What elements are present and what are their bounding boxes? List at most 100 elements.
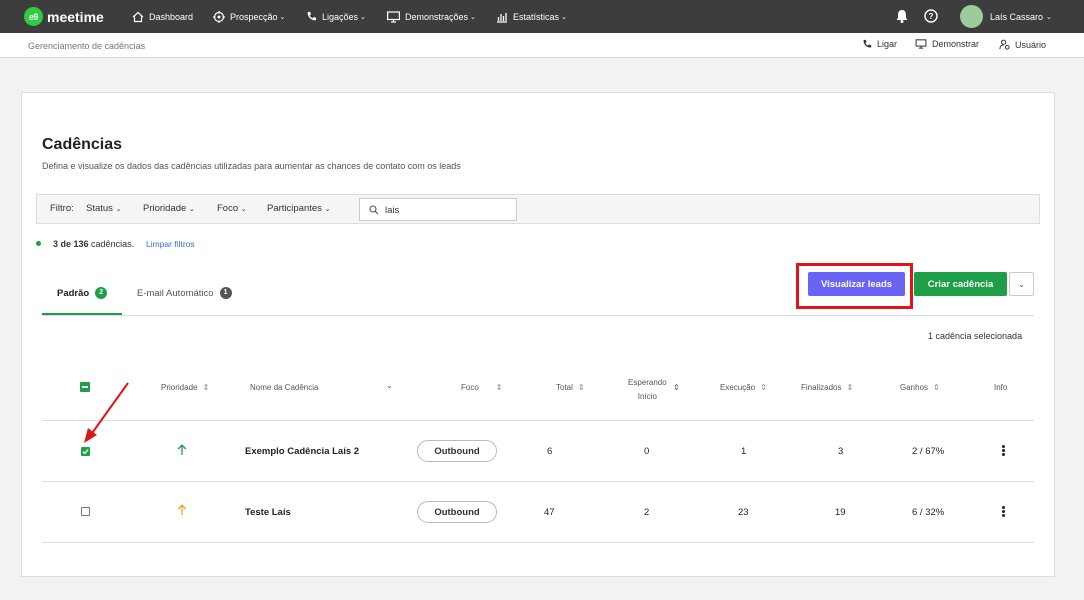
search-icon — [369, 205, 379, 215]
monitor-icon — [387, 10, 400, 23]
chevron-down-icon: ⌄ — [324, 206, 331, 213]
sort-icon: ⇕ — [846, 383, 854, 392]
tab-email-automatico-badge: 1 — [219, 287, 232, 299]
filter-prioridade[interactable]: Prioridade ⌄ — [143, 203, 195, 214]
focus-pill[interactable]: Outbound — [417, 501, 497, 523]
header-execution-label: Execução — [720, 383, 756, 392]
nav-prospeccao[interactable]: Prospecção ⌄ — [213, 0, 285, 33]
header-divider — [42, 420, 1034, 421]
nav-ligacoes-label: Ligações — [322, 11, 359, 22]
nav-estatisticas[interactable]: Estatísticas ⌄ — [496, 0, 567, 33]
nav-dashboard[interactable]: Dashboard — [132, 0, 193, 33]
chevron-down-icon: ⌄ — [561, 13, 567, 21]
chevron-down-icon: ⌄ — [360, 13, 366, 21]
tab-padrao[interactable]: Padrão 2 — [57, 287, 108, 299]
results-count-suffix: cadências. — [91, 239, 135, 249]
filter-prioridade-label: Prioridade — [143, 203, 187, 214]
sort-icon[interactable]: ⇕ — [673, 383, 680, 392]
clear-filters-link[interactable]: Limpar filtros — [146, 239, 195, 249]
check-icon — [82, 449, 89, 455]
phone-icon — [307, 11, 317, 21]
nav-ligacoes[interactable]: Ligações ⌄ — [306, 0, 366, 33]
kebab-menu-icon[interactable] — [1000, 506, 1006, 520]
filter-participantes[interactable]: Participantes ⌄ — [267, 203, 330, 214]
chevron-down-icon: ⌄ — [279, 13, 286, 21]
tab-email-automatico-label: E-mail Automático — [137, 287, 214, 299]
header-priority-label: Prioridade — [161, 383, 198, 392]
filter-status[interactable]: Status ⌄ — [86, 203, 121, 214]
avatar[interactable] — [960, 5, 983, 28]
results-count-number: 3 de 136 — [53, 239, 89, 249]
help-icon[interactable]: ? — [923, 8, 939, 24]
filter-label: Filtro: — [50, 203, 74, 214]
svg-text:?: ? — [929, 12, 934, 21]
home-icon — [132, 11, 144, 22]
filter-participantes-label: Participantes — [267, 203, 322, 214]
create-cadence-button[interactable]: Criar cadência — [914, 272, 1007, 296]
chevron-down-icon: ⌄ — [1046, 13, 1052, 21]
search-input[interactable]: lais — [359, 198, 517, 221]
tab-email-automatico[interactable]: E-mail Automático 1 — [137, 287, 232, 299]
page-subtitle: Defina e visualize os dados das cadência… — [42, 161, 461, 171]
ligar-action[interactable]: Ligar — [862, 39, 897, 49]
cell-waiting: 0 — [644, 446, 650, 457]
logo-text: meetime — [47, 8, 104, 25]
user-name: Laís Cassaro — [990, 11, 1044, 22]
cell-finished: 19 — [835, 507, 846, 518]
header-name-label: Nome da Cadência — [250, 383, 319, 392]
logo-mark: e9 — [24, 7, 43, 26]
row-checkbox[interactable] — [81, 507, 90, 516]
header-waiting[interactable]: Esperando Início — [628, 376, 667, 404]
header-finished[interactable]: Finalizados ⇕ — [801, 383, 853, 392]
header-total-label: Total — [556, 383, 573, 392]
sort-icon: ⇕ — [202, 383, 210, 392]
priority-up-arrow-icon — [177, 444, 187, 455]
header-info-label: Info — [994, 383, 1008, 392]
sort-icon: ⇕ — [577, 383, 585, 392]
cell-execution: 1 — [741, 446, 747, 457]
header-name[interactable]: Nome da Cadência — [250, 383, 318, 392]
focus-pill[interactable]: Outbound — [417, 440, 497, 462]
header-won[interactable]: Ganhos ⇕ — [900, 383, 940, 392]
header-total[interactable]: Total ⇕ — [556, 383, 585, 392]
ligar-label: Ligar — [877, 39, 898, 49]
header-waiting-line2: Início — [637, 392, 657, 401]
breadcrumb[interactable]: Gerenciamento de cadências — [28, 41, 145, 51]
demonstrar-action[interactable]: Demonstrar — [915, 39, 979, 49]
header-waiting-line1: Esperando — [628, 378, 667, 387]
chevron-down-icon: ⌄ — [1017, 278, 1026, 289]
cadence-name[interactable]: Teste Laís — [245, 507, 291, 518]
annotation-highlight-box — [796, 263, 913, 309]
cell-total: 6 — [547, 446, 553, 457]
status-dot — [36, 241, 41, 246]
usuario-action[interactable]: Usuário — [999, 39, 1046, 50]
header-priority[interactable]: Prioridade ⇕ — [161, 383, 209, 392]
nav-dashboard-label: Dashboard — [149, 11, 194, 22]
more-options-button[interactable]: ⌄ — [1009, 272, 1034, 296]
tabs-divider — [42, 315, 1034, 316]
cell-total: 47 — [544, 507, 555, 518]
chevron-down-icon: ⌄ — [115, 206, 122, 213]
chevron-down-icon: ⌄ — [240, 206, 247, 213]
header-focus[interactable]: Foco ⇕ — [461, 383, 503, 392]
bell-icon[interactable] — [894, 8, 910, 24]
header-execution[interactable]: Execução ⇕ — [720, 383, 767, 392]
filter-foco-label: Foco — [217, 203, 239, 214]
filter-status-label: Status — [86, 203, 113, 214]
meetime-logo[interactable]: e9 meetime — [24, 7, 104, 26]
search-value: lais — [385, 205, 400, 216]
nav-demonstracoes[interactable]: Demonstrações ⌄ — [387, 0, 476, 33]
filter-foco[interactable]: Foco ⌄ — [217, 203, 247, 214]
name-sort-icon[interactable]: ⌄ — [386, 381, 393, 390]
sort-icon: ⇕ — [933, 383, 940, 392]
user-menu[interactable]: Laís Cassaro ⌄ — [990, 0, 1052, 33]
demonstrar-label: Demonstrar — [932, 39, 980, 49]
cadence-name[interactable]: Exemplo Cadência Laís 2 — [245, 446, 359, 457]
row-checkbox[interactable] — [81, 447, 90, 456]
kebab-menu-icon[interactable] — [1000, 445, 1006, 459]
sort-icon: ⇕ — [495, 383, 503, 392]
chevron-down-icon: ⌄ — [188, 206, 195, 213]
priority-up-arrow-icon — [177, 504, 187, 515]
bar-chart-icon — [497, 12, 507, 23]
annotation-arrow-icon — [84, 382, 129, 443]
